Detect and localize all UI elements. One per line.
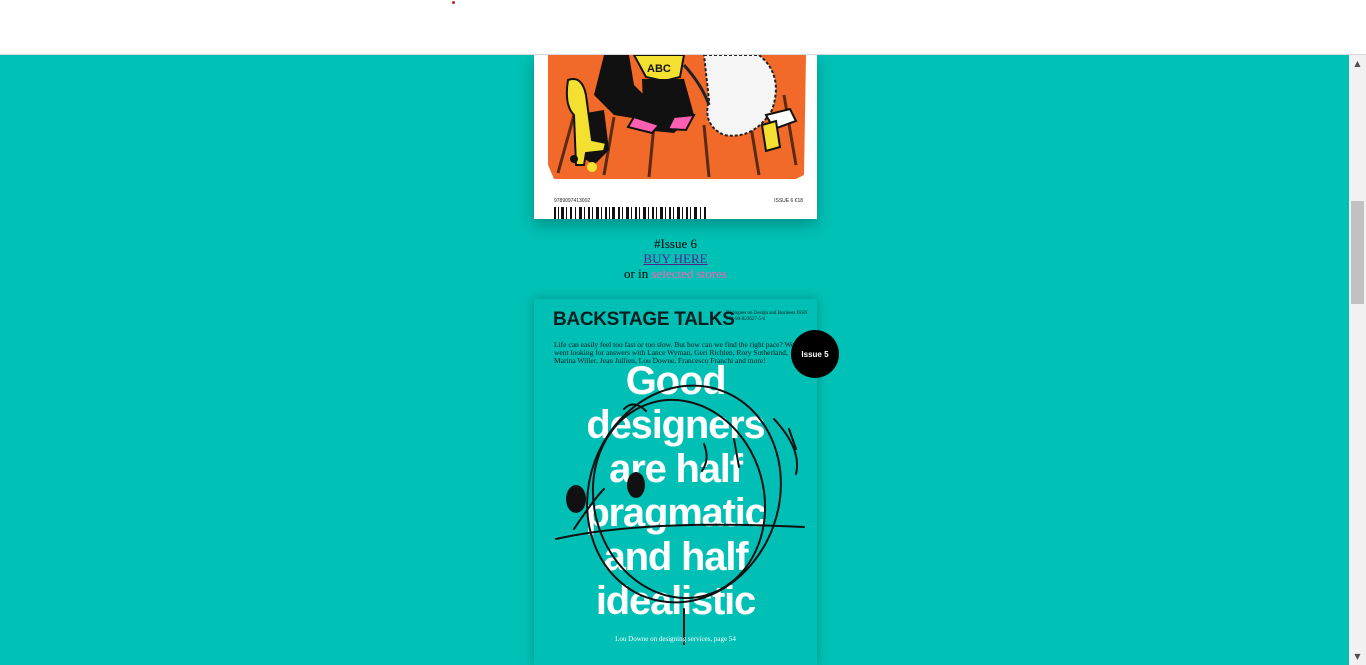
top-header-bar — [0, 0, 1366, 55]
or-in-text: or in — [624, 266, 649, 281]
cover-footer: Lou Downe on designing services, page 54 — [615, 635, 736, 643]
scroll-up-icon[interactable]: ▲ — [1349, 55, 1366, 72]
issue-5-badge: Issue 5 — [791, 330, 839, 378]
issue-6-cover[interactable]: ABC 9789097413002 ISSUE 6 €18 — [534, 55, 817, 219]
issue-6-cover-illustration: ABC — [548, 55, 806, 219]
selected-stores-link[interactable]: selected stores — [652, 266, 727, 281]
scribble-face-drawing — [555, 384, 805, 645]
issue-6-isbn: 9789097413002 — [554, 198, 591, 204]
svg-text:ABC: ABC — [647, 63, 671, 75]
buy-here-link[interactable]: BUY HERE — [643, 251, 707, 266]
scroll-thumb[interactable] — [1351, 201, 1364, 304]
issue-6-caption: #Issue 6 BUY HERE or in selected stores — [534, 236, 817, 281]
issue-6-price: ISSUE 6 €18 — [774, 198, 803, 204]
issue-5-cover[interactable]: BACKSTAGE TALKS Dialogues on Design and … — [534, 299, 817, 665]
scroll-down-icon[interactable]: ▼ — [1349, 648, 1366, 665]
vertical-scrollbar[interactable]: ▲ ▼ — [1349, 55, 1366, 665]
header-dot — [452, 1, 455, 4]
issue-title: #Issue 6 — [654, 236, 697, 251]
